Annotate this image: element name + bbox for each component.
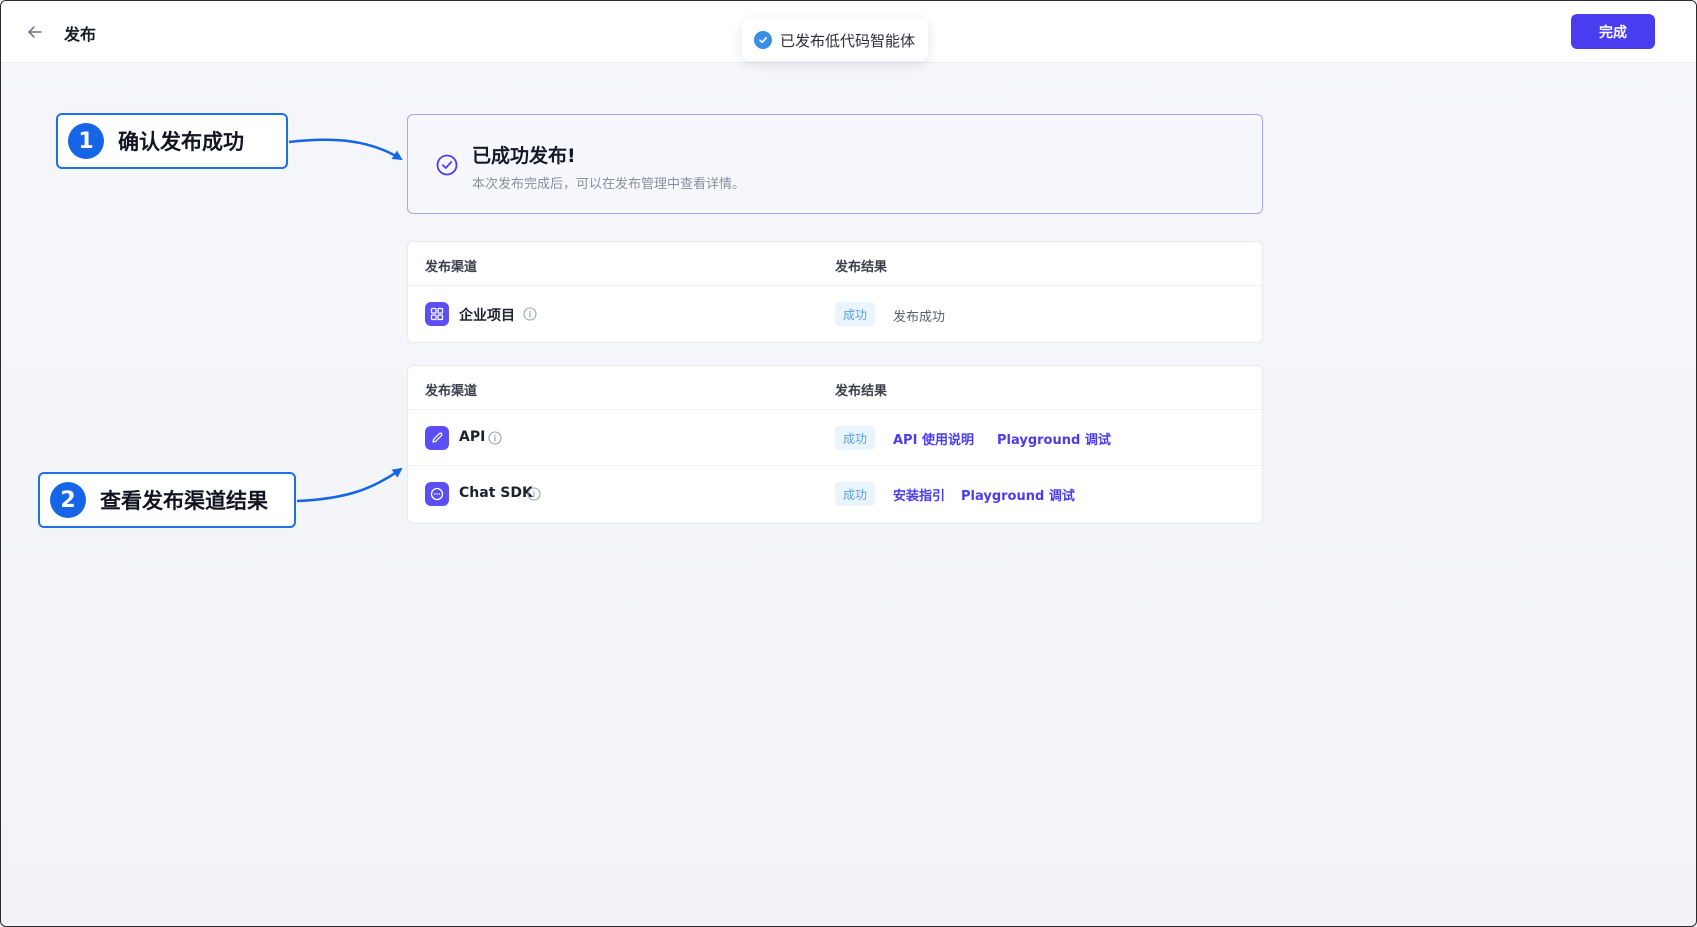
callout-text: 确认发布成功: [118, 130, 244, 154]
status-badge: 成功: [835, 482, 876, 506]
success-toast: 已发布低代码智能体: [742, 19, 928, 61]
channel-name: API: [459, 429, 486, 445]
install-guide-link[interactable]: 安装指引: [893, 485, 945, 504]
arrow-to-channels: [296, 467, 403, 503]
result-text: 发布成功: [893, 310, 946, 325]
app-window: 发布 完成 已发布低代码智能体 1 确认发布成功 2 查看发布渠道结果 已成功发…: [0, 0, 1697, 927]
info-icon[interactable]: [488, 431, 502, 445]
success-banner: 已成功发布! 本次发布完成后，可以在发布管理中查看详情。: [407, 114, 1263, 214]
column-header-channel: 发布渠道: [425, 260, 478, 275]
done-button[interactable]: 完成: [1571, 14, 1655, 49]
callout-confirm-success: 1 确认发布成功: [56, 113, 288, 169]
status-badge: 成功: [835, 426, 876, 450]
status-badge: 成功: [835, 302, 876, 326]
channel-name: 企业项目: [459, 308, 515, 324]
check-circle-icon: [754, 31, 772, 49]
column-header-result: 发布结果: [835, 384, 888, 399]
playground-debug-link[interactable]: Playground 调试: [961, 485, 1075, 504]
playground-debug-link[interactable]: Playground 调试: [997, 429, 1111, 448]
channel-table: 发布渠道 发布结果 API 成功 API 使用说明 Playground 调试: [407, 365, 1263, 524]
chat-icon: [425, 482, 449, 506]
success-description: 本次发布完成后，可以在发布管理中查看详情。: [472, 177, 746, 192]
channel-table: 发布渠道 发布结果 企业项目 成功 发布成功: [407, 241, 1263, 343]
toast-text: 已发布低代码智能体: [780, 31, 916, 50]
channel-name: Chat SDK: [459, 485, 533, 501]
info-icon[interactable]: [527, 487, 541, 501]
table-row: Chat SDK 成功 安装指引 Playground 调试: [408, 466, 1262, 522]
api-docs-link[interactable]: API 使用说明: [893, 429, 974, 448]
grid-icon: [425, 302, 449, 326]
table-row: 企业项目 成功 发布成功: [408, 286, 1262, 342]
check-circle-outline-icon: [436, 154, 458, 176]
callout-number: 2: [50, 482, 86, 518]
column-header-channel: 发布渠道: [425, 384, 478, 399]
table-header: 发布渠道 发布结果: [408, 242, 1262, 286]
arrow-to-banner: [288, 138, 403, 161]
table-row: API 成功 API 使用说明 Playground 调试: [408, 410, 1262, 466]
callout-number: 1: [68, 123, 104, 159]
callout-view-channel-results: 2 查看发布渠道结果: [38, 472, 296, 528]
success-title: 已成功发布!: [472, 145, 576, 167]
pencil-icon: [425, 426, 449, 450]
info-icon[interactable]: [523, 307, 537, 321]
back-button[interactable]: [23, 20, 47, 44]
page-title: 发布: [64, 25, 97, 44]
callout-text: 查看发布渠道结果: [100, 489, 268, 513]
column-header-result: 发布结果: [835, 260, 888, 275]
table-header: 发布渠道 发布结果: [408, 366, 1262, 410]
arrow-left-icon: [28, 26, 42, 38]
